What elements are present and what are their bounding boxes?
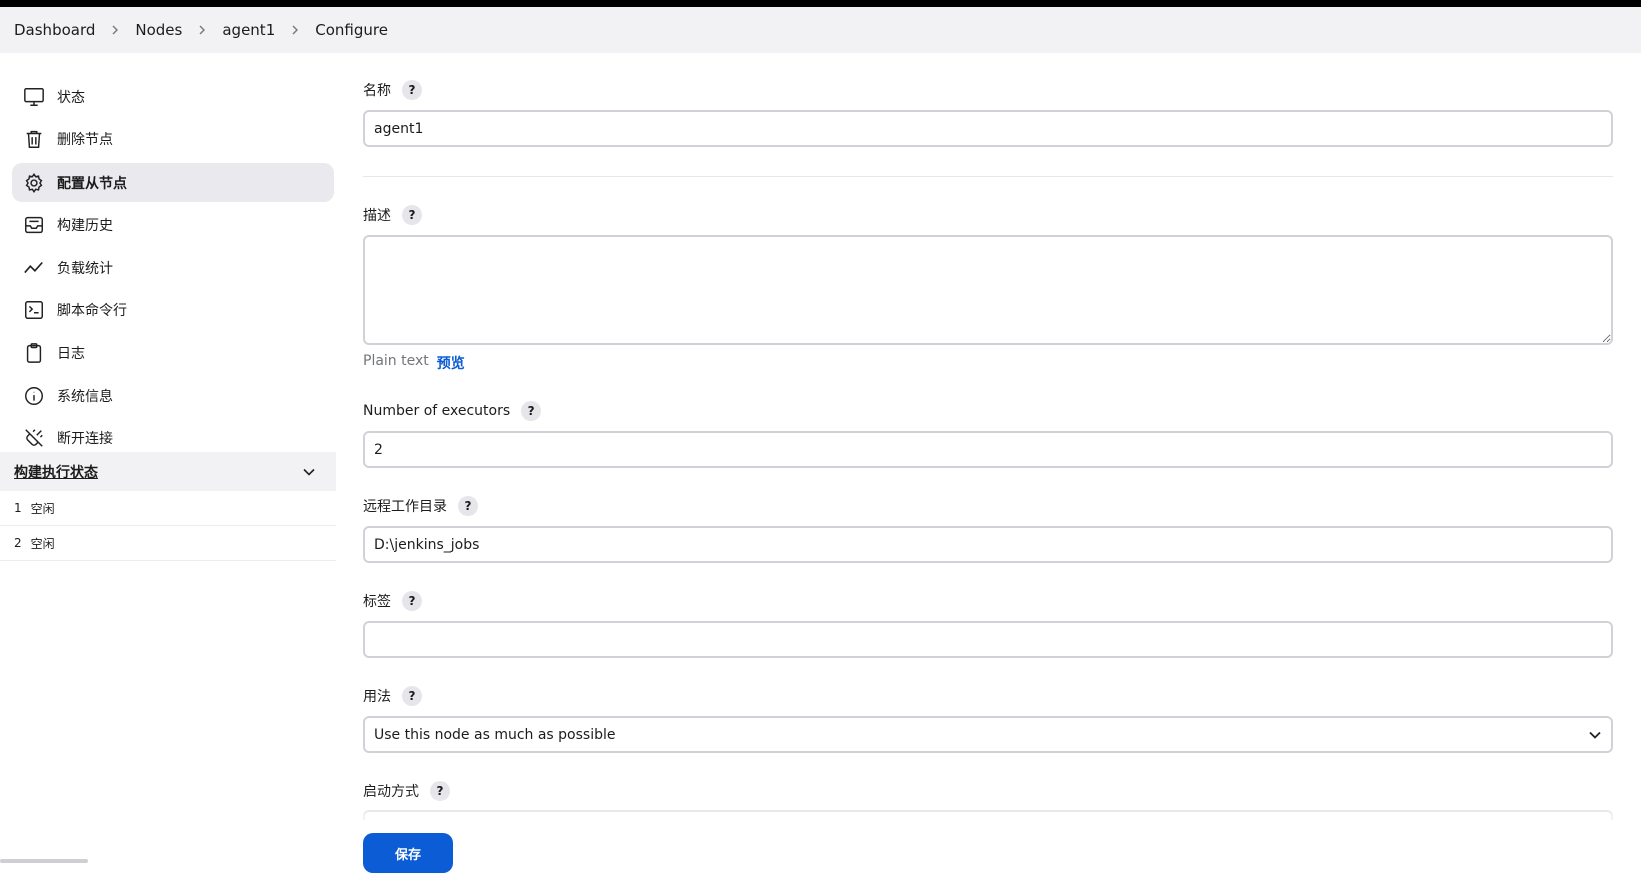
sidebar-item-script-console[interactable]: 脚本命令行 [12,290,334,329]
bottom-action-bar [0,820,1641,863]
sidebar-item-status[interactable]: 状态 [12,77,334,116]
help-icon[interactable]: ? [430,781,450,801]
name-label-text: 名称 [363,83,391,99]
terminal-icon [23,299,45,321]
executor-number: 1 [14,501,22,515]
top-bar [0,0,1641,7]
executors-label-text: Number of executors [363,403,511,419]
help-icon[interactable]: ? [402,205,422,225]
description-label-text: 描述 [363,208,391,224]
sidebar-item-label: 日志 [57,345,85,362]
sidebar-item-label: 构建历史 [57,217,113,234]
labels-input[interactable] [363,621,1613,658]
executors-label: Number of executors ? [363,401,542,421]
chevron-right-icon [109,24,121,36]
breadcrumb-agent1[interactable]: agent1 [222,21,275,39]
executor-status-title[interactable]: 构建执行状态 [14,462,98,482]
remote-dir-input[interactable] [363,526,1613,563]
sidebar-item-log[interactable]: 日志 [12,333,334,372]
chevron-down-icon[interactable] [302,465,316,479]
disconnect-icon [23,427,45,449]
inbox-icon [23,214,45,236]
gear-icon [23,172,45,194]
launch-label: 启动方式 ? [363,781,450,801]
save-button[interactable]: 保存 [363,833,453,873]
breadcrumb-dashboard[interactable]: Dashboard [14,21,95,39]
executor-number: 2 [14,536,22,550]
breadcrumb-nodes[interactable]: Nodes [135,21,182,39]
sidebar-item-label: 断开连接 [57,430,113,447]
remote-dir-label: 远程工作目录 ? [363,496,478,516]
sidebar-item-label: 配置从节点 [57,175,127,192]
sidebar-item-label: 状态 [57,89,85,106]
sidebar-item-label: 负载统计 [57,260,113,277]
chevron-right-icon [289,24,301,36]
help-icon[interactable]: ? [402,80,422,100]
usage-select-value: Use this node as much as possible [374,726,616,743]
horizontal-scrollbar[interactable] [0,859,88,863]
sidebar-item-label: 脚本命令行 [57,302,127,319]
plain-text-label: Plain text [363,353,429,369]
name-input[interactable] [363,110,1613,147]
sidebar-item-configure[interactable]: 配置从节点 [12,163,334,202]
labels-label: 标签 ? [363,591,422,611]
launch-method-select[interactable] [363,810,1613,820]
sidebar-item-system-info[interactable]: 系统信息 [12,376,334,415]
chevron-down-icon [1589,731,1601,739]
executor-row: 1 空闲 [0,491,336,526]
preview-link[interactable]: 预览 [437,353,465,373]
sidebar-item-delete-node[interactable]: 删除节点 [12,119,334,158]
format-hint: Plain text 预览 [363,353,465,373]
description-label: 描述 ? [363,205,422,225]
executor-state: 空闲 [30,536,55,551]
chevron-right-icon [196,24,208,36]
divider [363,176,1613,177]
executors-input[interactable] [363,431,1613,468]
clipboard-icon [23,342,45,364]
sidebar-item-label: 删除节点 [57,131,113,148]
usage-label: 用法 ? [363,686,422,706]
usage-select[interactable]: Use this node as much as possible [363,716,1613,753]
help-icon[interactable]: ? [521,401,542,421]
executor-status-panel: 构建执行状态 1 空闲 2 空闲 [0,452,336,561]
executor-status-header[interactable]: 构建执行状态 [0,452,336,491]
sidebar-item-label: 系统信息 [57,388,113,405]
trash-icon [23,128,45,150]
sidebar-item-build-history[interactable]: 构建历史 [12,205,334,244]
launch-label-text: 启动方式 [363,784,419,800]
help-icon[interactable]: ? [402,686,422,706]
usage-label-text: 用法 [363,689,391,705]
description-textarea[interactable] [363,235,1613,345]
name-label: 名称 ? [363,80,422,100]
remote-dir-label-text: 远程工作目录 [363,499,447,515]
trend-icon [23,257,45,279]
executor-row: 2 空闲 [0,526,336,561]
info-icon [23,385,45,407]
help-icon[interactable]: ? [458,496,478,516]
help-icon[interactable]: ? [402,591,422,611]
monitor-icon [23,86,45,108]
breadcrumb-configure[interactable]: Configure [315,21,388,39]
breadcrumb: Dashboard Nodes agent1 Configure [0,7,1641,53]
sidebar-item-load-statistics[interactable]: 负载统计 [12,248,334,287]
executor-state: 空闲 [30,501,55,516]
labels-label-text: 标签 [363,594,391,610]
